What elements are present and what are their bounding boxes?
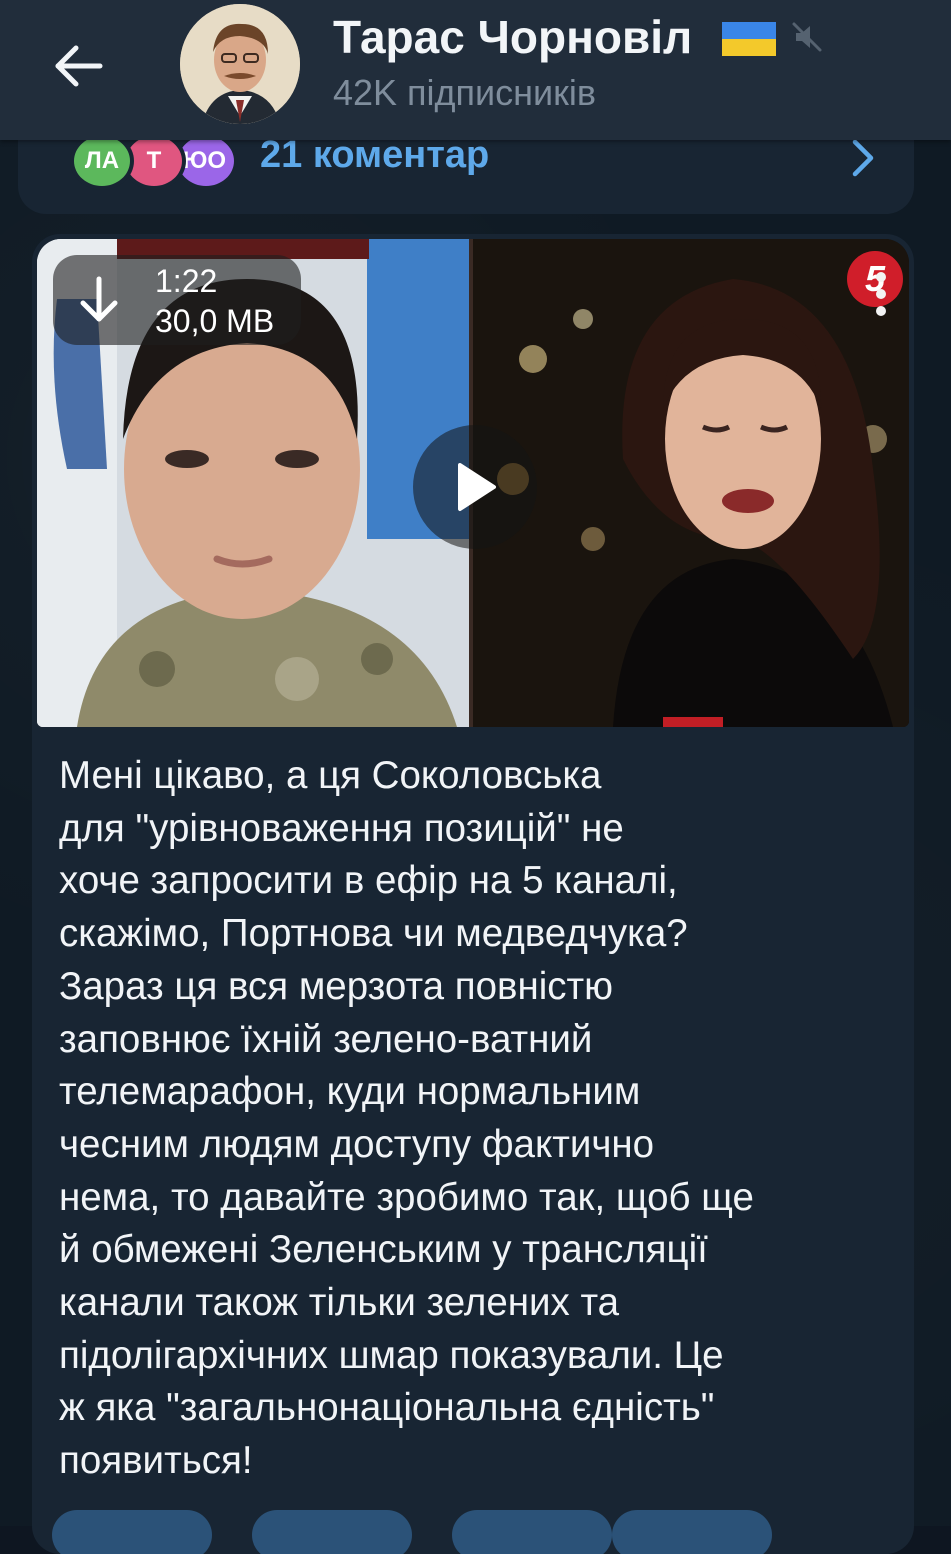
play-button[interactable] bbox=[413, 425, 537, 549]
channel-title[interactable]: Тарас Чорновіл bbox=[333, 10, 692, 64]
commenter-avatar: ЛА bbox=[70, 132, 134, 190]
video-right-image bbox=[473, 239, 909, 727]
reaction-chip[interactable] bbox=[452, 1510, 612, 1554]
post-text: Мені цікаво, а ця Соколовська для "урівн… bbox=[59, 754, 754, 1483]
chevron-right-icon bbox=[852, 139, 874, 177]
back-button[interactable] bbox=[40, 28, 116, 104]
avatar-photo bbox=[180, 4, 300, 124]
subscriber-count: 42K підписників bbox=[333, 72, 597, 113]
reaction-chip[interactable] bbox=[612, 1510, 772, 1554]
more-options-icon[interactable] bbox=[875, 269, 887, 319]
mute-icon bbox=[792, 22, 822, 52]
chat-header: Тарас Чорновіл 42K підписників bbox=[0, 0, 951, 140]
play-icon bbox=[458, 463, 496, 511]
channel-avatar[interactable] bbox=[180, 4, 300, 124]
reaction-chip[interactable] bbox=[52, 1510, 212, 1554]
download-arrow-icon bbox=[80, 276, 118, 322]
download-button[interactable]: 1:22 30,0 MB bbox=[53, 255, 301, 345]
comments-button[interactable]: ЛА Т ЮО 21 коментар bbox=[70, 132, 890, 192]
comments-count-label: 21 коментар bbox=[260, 134, 490, 176]
video-attachment[interactable]: 5 1:22 30,0 MB bbox=[37, 239, 909, 727]
video-file-size: 30,0 MB bbox=[155, 303, 275, 339]
ukraine-flag-icon bbox=[722, 22, 776, 56]
reaction-chip[interactable] bbox=[252, 1510, 412, 1554]
reactions-row bbox=[52, 1510, 902, 1554]
arrow-left-icon bbox=[55, 45, 103, 87]
video-frame-right: 5 bbox=[473, 239, 909, 727]
channel-post: 5 1:22 30,0 MB Мені цікаво, а ця Соколов… bbox=[32, 234, 914, 1554]
video-duration: 1:22 bbox=[155, 263, 218, 299]
